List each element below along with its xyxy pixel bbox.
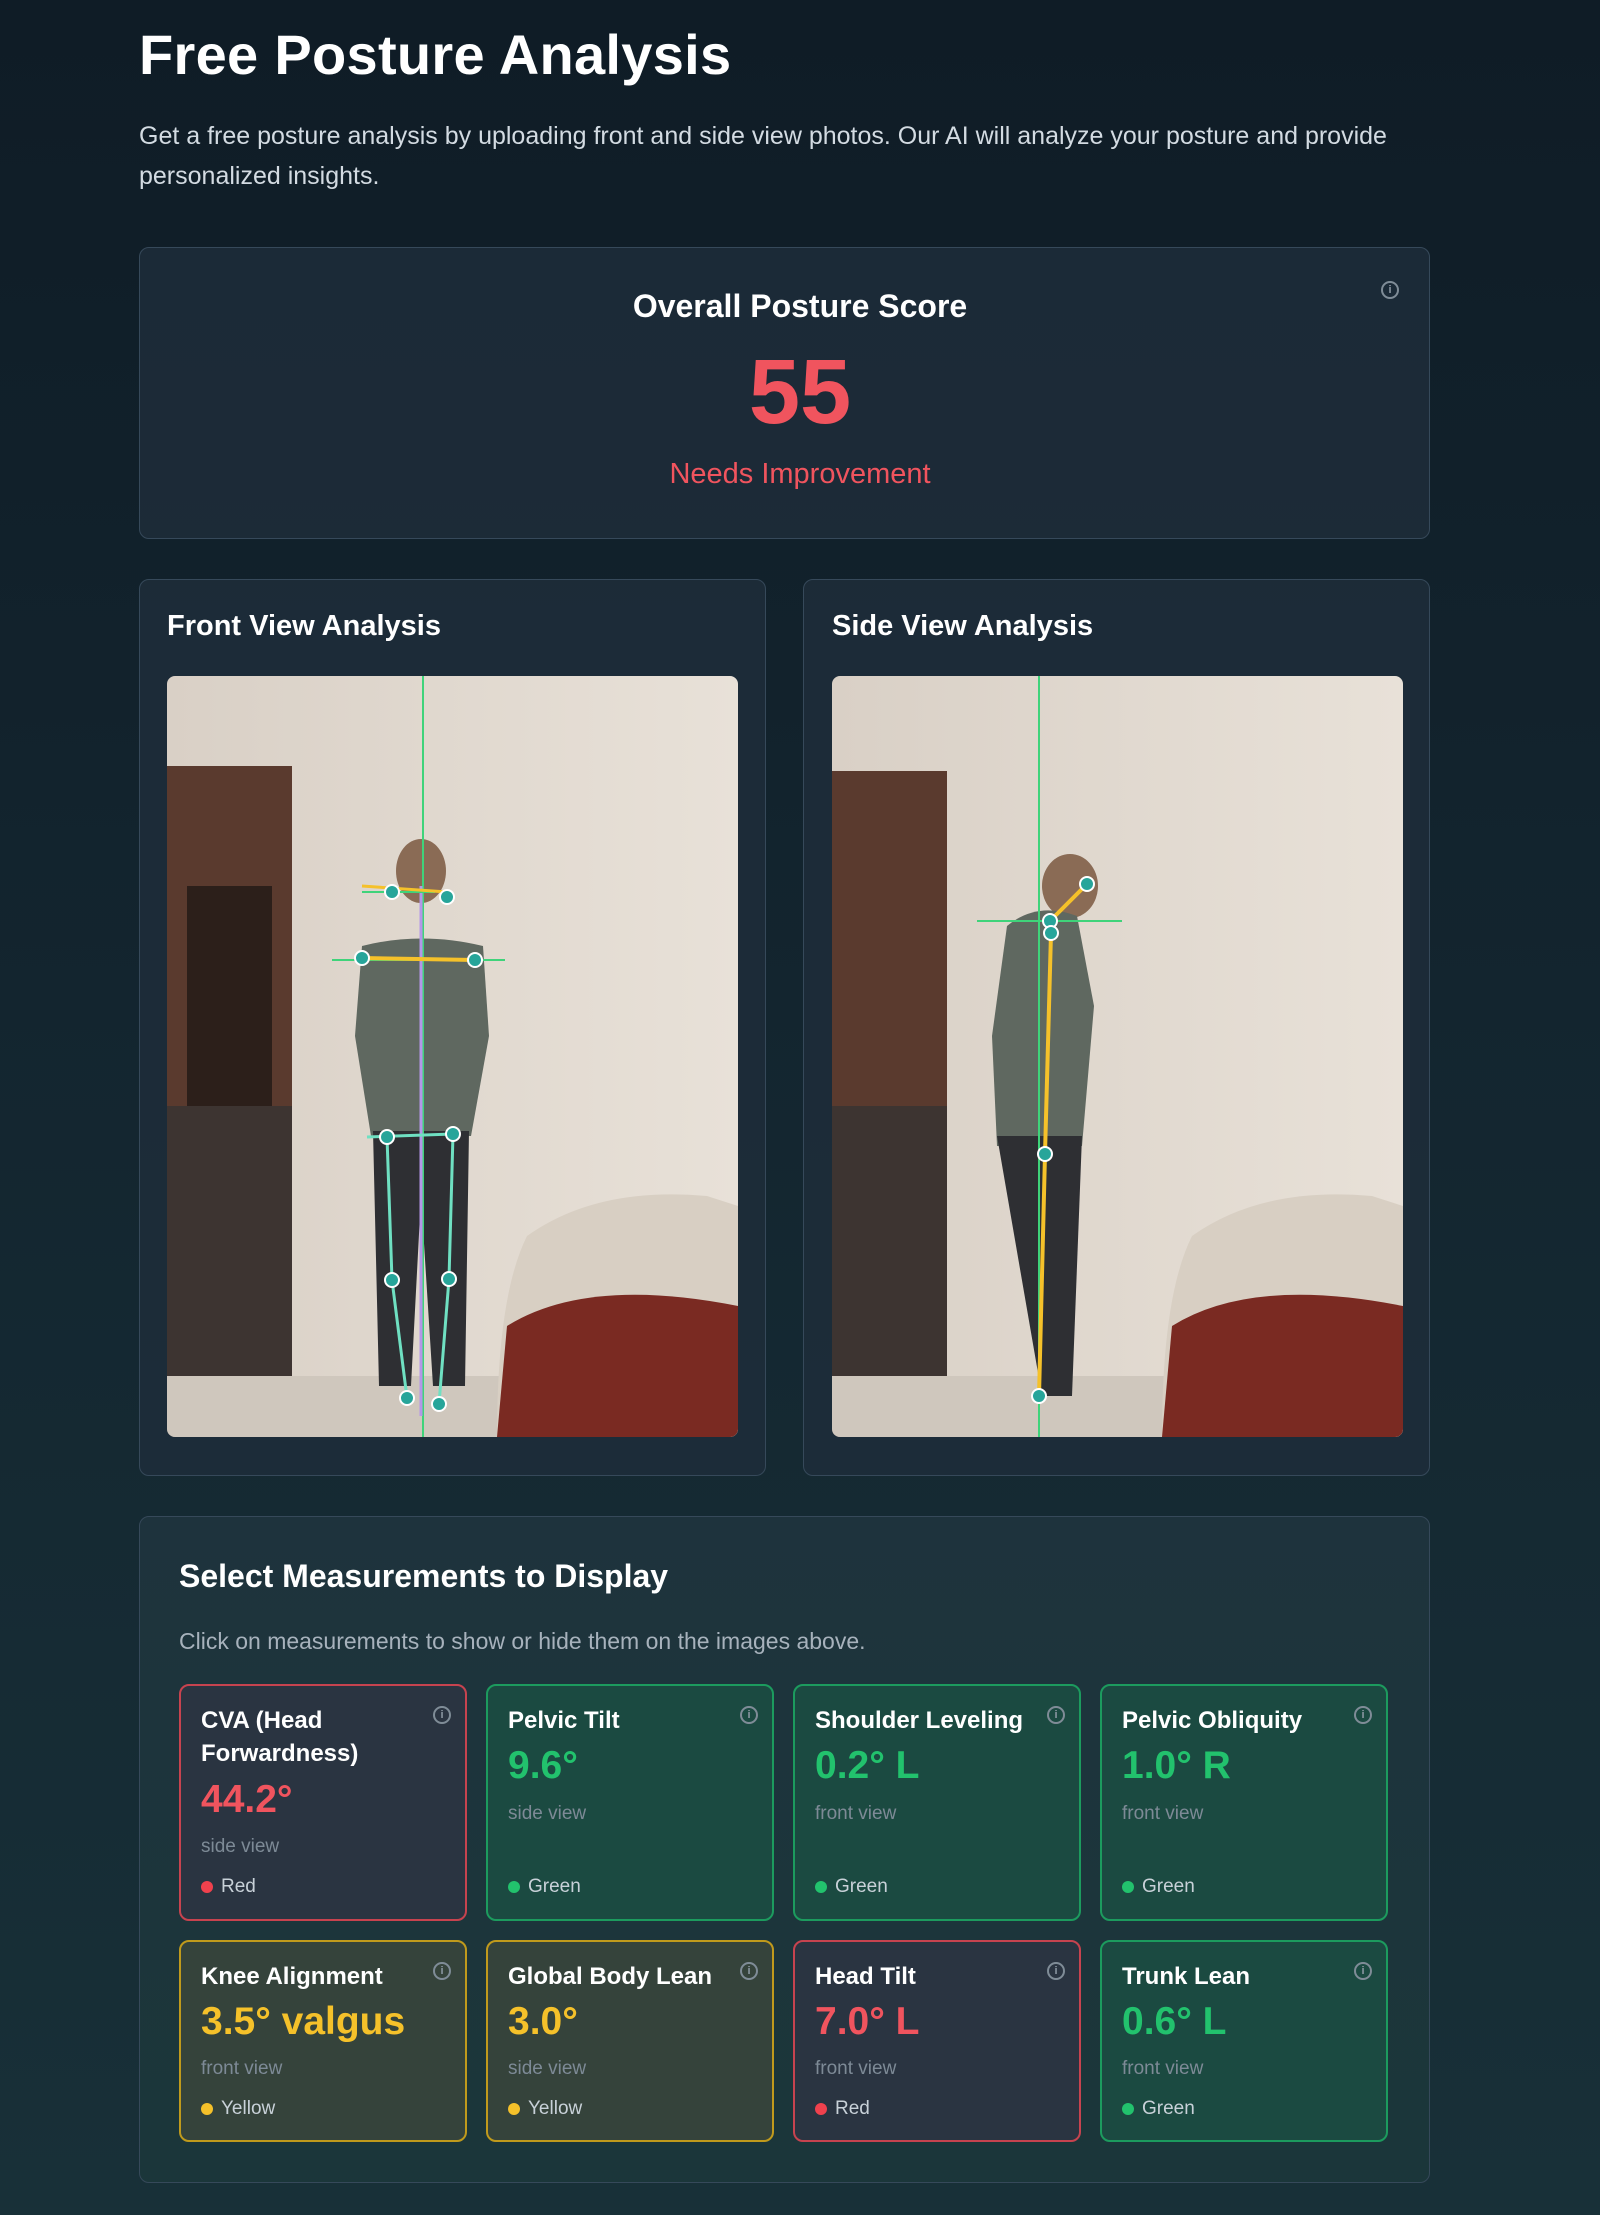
landmark-right-knee[interactable]: [441, 1271, 457, 1287]
info-icon[interactable]: i: [1354, 1962, 1372, 1980]
status-badge: Green: [1122, 1876, 1195, 1898]
landmark-left-eye[interactable]: [384, 884, 400, 900]
measurement-view: front view: [815, 2058, 897, 2079]
measurement-view: front view: [1122, 1803, 1204, 1824]
status-badge: Red: [815, 2098, 870, 2120]
score-status: Needs Improvement: [669, 458, 931, 490]
side-view-image: [832, 676, 1403, 1437]
landmark-ankle[interactable]: [1031, 1388, 1047, 1404]
status-badge: Yellow: [508, 2098, 582, 2120]
measurement-card-knee-alignment[interactable]: Knee Alignment i 3.5° valgus front view …: [179, 1940, 467, 2142]
info-icon[interactable]: i: [1047, 1962, 1065, 1980]
measurement-value: 1.0° R: [1122, 1744, 1231, 1787]
status-badge: Green: [815, 1876, 888, 1898]
measurement-card-head-tilt[interactable]: Head Tilt i 7.0° L front view Red: [793, 1940, 1081, 2142]
front-view-image: [167, 676, 738, 1437]
landmark-right-shoulder[interactable]: [467, 952, 483, 968]
measurement-value: 44.2°: [201, 1778, 293, 1821]
info-icon[interactable]: i: [433, 1706, 451, 1724]
measurement-name: Shoulder Leveling: [815, 1707, 1024, 1734]
measurement-name: Trunk Lean: [1122, 1963, 1251, 1990]
info-icon[interactable]: i: [740, 1962, 758, 1980]
landmark-left-shoulder[interactable]: [354, 950, 370, 966]
page-title: Free Posture Analysis: [139, 23, 732, 86]
landmark-hip[interactable]: [1037, 1146, 1053, 1162]
status-dot: [508, 1881, 520, 1893]
measurement-value: 3.5° valgus: [201, 2000, 406, 2043]
measurement-view: front view: [201, 2058, 283, 2079]
status-label: Red: [835, 2098, 870, 2119]
measurement-view: front view: [815, 1803, 897, 1824]
measurement-name: Knee Alignment: [201, 1963, 383, 1990]
landmark-ear[interactable]: [1079, 876, 1095, 892]
landmark-right-ankle[interactable]: [431, 1396, 447, 1412]
side-view-photo: [832, 676, 1403, 1437]
measurement-card-global-body-lean[interactable]: Global Body Lean i 3.0° side view Yellow: [486, 1940, 774, 2142]
measurement-card-pelvic-tilt[interactable]: Pelvic Tilt i 9.6° side view Green: [486, 1684, 774, 1921]
measurement-name: CVA (Head Forwardness): [201, 1707, 359, 1767]
status-dot: [815, 1881, 827, 1893]
measurements-title: Select Measurements to Display: [179, 1558, 669, 1594]
measurements-hint: Click on measurements to show or hide th…: [179, 1628, 866, 1654]
status-label: Green: [835, 1876, 888, 1897]
measurement-name: Pelvic Tilt: [508, 1707, 620, 1734]
measurement-value: 3.0°: [508, 2000, 578, 2043]
back-room: [187, 886, 272, 1106]
status-label: Green: [1142, 2098, 1195, 2119]
landmark-left-ankle[interactable]: [399, 1390, 415, 1406]
measurement-view: side view: [508, 2058, 587, 2079]
measurement-card-pelvic-obliquity[interactable]: Pelvic Obliquity i 1.0° R front view Gre…: [1100, 1684, 1388, 1921]
measurement-value: 0.6° L: [1122, 2000, 1227, 2043]
status-badge: Red: [201, 1876, 256, 1898]
side-view-title: Side View Analysis: [832, 610, 1094, 642]
status-dot: [1122, 2103, 1134, 2115]
landmark-left-hip[interactable]: [379, 1129, 395, 1145]
info-icon[interactable]: i: [433, 1962, 451, 1980]
status-dot: [815, 2103, 827, 2115]
score-value: 55: [748, 341, 852, 443]
status-dot: [201, 2103, 213, 2115]
status-dot: [201, 1881, 213, 1893]
measurement-value: 0.2° L: [815, 1744, 920, 1787]
measurement-card-cva[interactable]: CVA (Head Forwardness) i 44.2° side view…: [179, 1684, 467, 1921]
landmark-shoulder[interactable]: [1043, 925, 1059, 941]
doorway: [832, 771, 947, 1116]
front-view-title: Front View Analysis: [167, 610, 441, 642]
shoulder-segment: [361, 956, 476, 962]
measurement-view: front view: [1122, 2058, 1204, 2079]
measurement-view: side view: [201, 1836, 280, 1857]
measurement-value: 7.0° L: [815, 2000, 920, 2043]
blanket: [1162, 1294, 1403, 1437]
info-icon[interactable]: i: [1047, 1706, 1065, 1724]
landmark-left-knee[interactable]: [384, 1272, 400, 1288]
blanket: [497, 1294, 738, 1437]
status-label: Green: [1142, 1876, 1195, 1897]
status-badge: Green: [508, 1876, 581, 1898]
info-icon[interactable]: i: [1354, 1706, 1372, 1724]
status-dot: [508, 2103, 520, 2115]
measurement-card-shoulder-leveling[interactable]: Shoulder Leveling i 0.2° L front view Gr…: [793, 1684, 1081, 1921]
score-title: Overall Posture Score: [632, 288, 968, 324]
status-label: Green: [528, 1876, 581, 1897]
status-badge: Yellow: [201, 2098, 275, 2120]
info-icon[interactable]: i: [740, 1706, 758, 1724]
measurement-name: Global Body Lean: [508, 1963, 713, 1990]
measurement-name: Pelvic Obliquity: [1122, 1707, 1303, 1734]
status-dot: [1122, 1881, 1134, 1893]
measurement-card-trunk-lean[interactable]: Trunk Lean i 0.6° L front view Green: [1100, 1940, 1388, 2142]
landmark-right-eye[interactable]: [439, 889, 455, 905]
status-label: Yellow: [221, 2098, 276, 2119]
front-view-photo: [167, 676, 738, 1437]
torso: [992, 910, 1094, 1146]
status-label: Red: [221, 1876, 256, 1897]
measurement-view: side view: [508, 1803, 587, 1824]
measurement-name: Head Tilt: [815, 1963, 916, 1990]
status-badge: Green: [1122, 2098, 1195, 2120]
status-label: Yellow: [528, 2098, 583, 2119]
measurement-value: 9.6°: [508, 1744, 578, 1787]
page-subtitle: Get a free posture analysis by uploading…: [139, 122, 1387, 190]
landmark-right-hip[interactable]: [445, 1126, 461, 1142]
